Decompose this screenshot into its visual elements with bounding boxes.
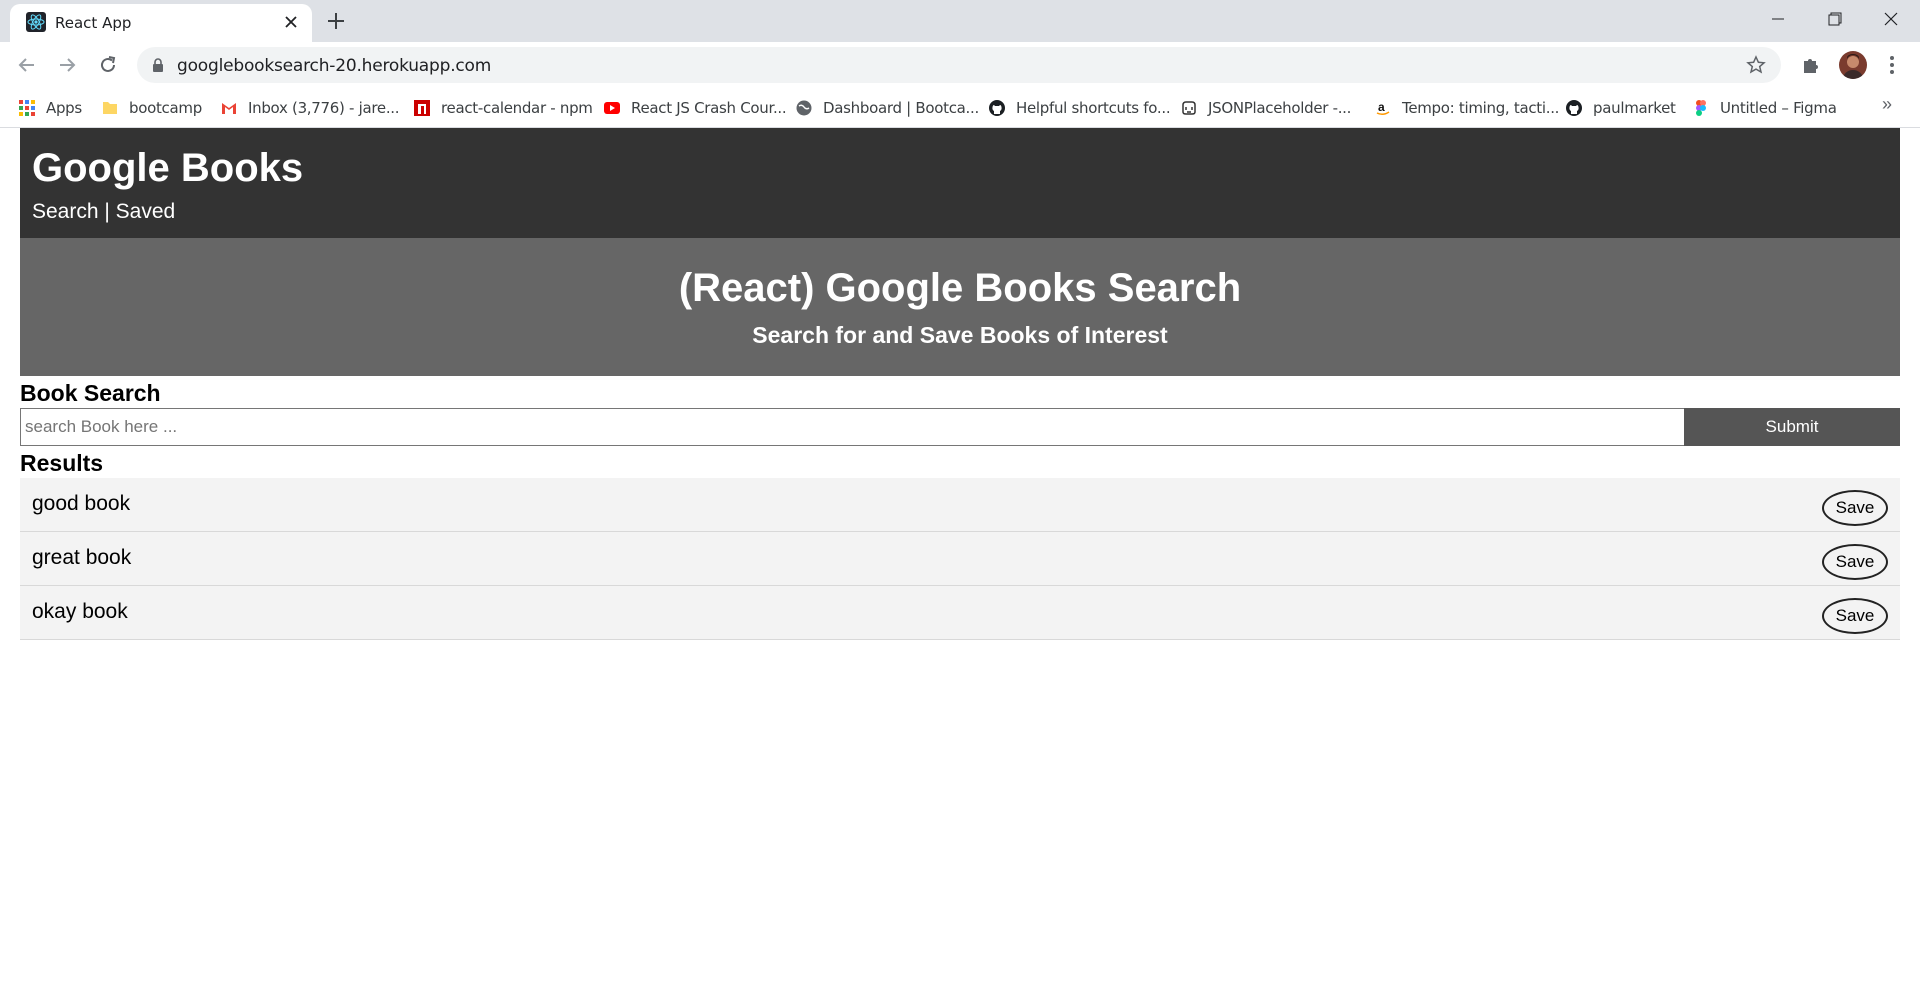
react-logo-icon (26, 12, 46, 32)
save-button[interactable]: Save (1822, 598, 1888, 634)
bookmarks-bar: Apps bootcamp Inbox (3,776) - jare... re… (0, 88, 1920, 128)
result-item: great book Save (20, 532, 1900, 586)
extensions-puzzle-icon[interactable] (1800, 54, 1822, 76)
hero-banner: (React) Google Books Search Search for a… (20, 238, 1900, 376)
npm-icon (414, 100, 430, 116)
bookmark-tempo[interactable]: a Tempo: timing, tacti... (1374, 94, 1559, 122)
app-header: Google Books Search | Saved (20, 128, 1900, 238)
bookmark-label: Tempo: timing, tacti... (1402, 99, 1560, 117)
restore-icon[interactable] (1819, 6, 1849, 32)
bookmark-label: Inbox (3,776) - jare... (248, 99, 400, 117)
bookmark-label: Dashboard | Bootca... (823, 99, 979, 117)
results-heading: Results (20, 450, 104, 476)
github-icon (1566, 100, 1582, 116)
bookmark-bootcamp[interactable]: bootcamp (101, 94, 202, 122)
forward-arrow-icon[interactable] (54, 52, 80, 78)
result-item: good book Save (20, 478, 1900, 532)
browser-toolbar: googlebooksearch-20.herokuapp.com (0, 42, 1920, 88)
globe-icon (796, 100, 812, 116)
profile-avatar[interactable] (1839, 51, 1867, 79)
page-content: Google Books Search | Saved (React) Goog… (0, 128, 1920, 1003)
bookmark-label: react-calendar - npm (441, 99, 593, 117)
nav-link-saved[interactable]: Saved (116, 200, 176, 223)
more-vert-icon[interactable] (1882, 53, 1902, 77)
back-arrow-icon[interactable] (14, 52, 40, 78)
youtube-icon (604, 102, 620, 114)
bookmark-apps[interactable]: Apps (18, 94, 82, 122)
tab-strip: React App (0, 0, 1920, 42)
gmail-icon (222, 103, 236, 114)
bookmark-label: paulmarket (1593, 99, 1676, 117)
minimize-icon[interactable] (1763, 6, 1793, 32)
bookmark-helpful-shortcuts[interactable]: Helpful shortcuts fo... (988, 94, 1171, 122)
result-title: good book (32, 492, 131, 515)
browser-tab[interactable]: React App (10, 4, 312, 42)
result-title: okay book (32, 600, 128, 623)
new-tab-icon[interactable] (325, 10, 347, 32)
hero-title: (React) Google Books Search (678, 266, 1242, 310)
url-text[interactable]: googlebooksearch-20.herokuapp.com (177, 56, 491, 76)
save-button[interactable]: Save (1822, 490, 1888, 526)
close-window-icon[interactable] (1876, 6, 1906, 32)
bookmark-label: Helpful shortcuts fo... (1016, 99, 1171, 117)
bookmark-label: Untitled – Figma (1720, 99, 1837, 117)
apps-grid-icon (19, 100, 35, 116)
bookmark-react-crash-course[interactable]: React JS Crash Cour... (603, 94, 787, 122)
jsonplaceholder-icon (1182, 101, 1196, 115)
save-button[interactable]: Save (1822, 544, 1888, 580)
more-bookmarks-chevron-icon[interactable]: » (1882, 94, 1892, 115)
github-icon (989, 100, 1005, 116)
amazon-icon: a (1376, 100, 1390, 116)
bookmark-paulmarket[interactable]: paulmarket (1565, 94, 1676, 122)
bookmark-jsonplaceholder[interactable]: JSONPlaceholder -... (1180, 94, 1351, 122)
nav-links: Search | Saved (32, 200, 175, 224)
lock-icon[interactable] (150, 57, 166, 73)
nav-separator: | (98, 200, 116, 223)
result-item: okay book Save (20, 586, 1900, 640)
bookmark-label: bootcamp (129, 99, 202, 117)
book-search-heading: Book Search (20, 380, 161, 406)
brand-title: Google Books (32, 146, 304, 190)
bookmark-label: React JS Crash Cour... (631, 99, 787, 117)
bookmark-figma[interactable]: Untitled – Figma (1692, 94, 1837, 122)
tab-title: React App (55, 14, 132, 32)
address-bar[interactable]: googlebooksearch-20.herokuapp.com (137, 47, 1781, 83)
bookmark-label: Apps (46, 99, 82, 117)
bookmark-star-icon[interactable] (1746, 55, 1766, 75)
close-tab-icon[interactable] (282, 13, 300, 31)
reload-icon[interactable] (95, 52, 121, 78)
svg-text:a: a (1378, 100, 1385, 114)
bookmark-react-calendar[interactable]: react-calendar - npm (413, 94, 593, 122)
search-input[interactable] (20, 408, 1685, 446)
bookmark-inbox[interactable]: Inbox (3,776) - jare... (220, 94, 400, 122)
bookmark-dashboard[interactable]: Dashboard | Bootca... (795, 94, 979, 122)
hero-subtitle: Search for and Save Books of Interest (752, 322, 1168, 348)
submit-button[interactable]: Submit (1684, 408, 1900, 446)
figma-icon (1696, 100, 1706, 116)
result-title: great book (32, 546, 132, 569)
nav-link-search[interactable]: Search (32, 200, 99, 223)
folder-icon (103, 102, 117, 114)
bookmark-label: JSONPlaceholder -... (1208, 99, 1352, 117)
